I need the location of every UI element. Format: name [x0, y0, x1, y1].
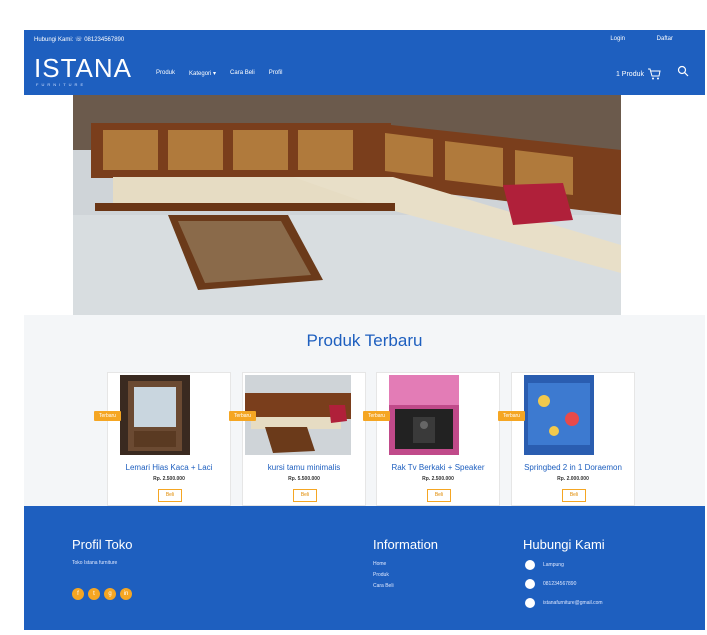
location-icon — [525, 560, 535, 570]
section-title: Produk Terbaru — [306, 331, 423, 350]
product-name[interactable]: Springbed 2 in 1 Doraemon — [512, 463, 634, 472]
login-link[interactable]: Login — [610, 36, 625, 42]
footer-contact-title: Hubungi Kami — [523, 537, 605, 552]
product-image — [389, 375, 459, 455]
product-price: Rp. 2.500.000 — [422, 476, 454, 482]
contact-email[interactable]: istanafurniture@gmail.com — [543, 600, 603, 606]
footer-link-produk[interactable]: Produk — [373, 572, 389, 578]
product-image — [120, 375, 190, 455]
hero-sofa-illustration — [73, 95, 621, 315]
top-bar: Hubungi Kami: ☏ 081234567890 Login Dafta… — [24, 30, 705, 48]
contact-address: Lampung — [543, 562, 564, 568]
product-price: Rp. 5.500.000 — [288, 476, 320, 482]
footer: Profil Toko Toko Istana furniture f t g … — [24, 506, 705, 630]
product-price: Rp. 2.000.000 — [557, 476, 589, 482]
facebook-icon[interactable]: f — [72, 588, 84, 600]
footer-link-cara-beli[interactable]: Cara Beli — [373, 583, 394, 589]
product-card[interactable]: Terbaru Lemari Hias Kaca + Laci Rp. 2.50… — [94, 372, 231, 506]
footer-profil-text: Toko Istana furniture — [72, 560, 118, 566]
google-plus-icon[interactable]: g — [104, 588, 116, 600]
hero-banner-image — [73, 95, 621, 315]
page: Hubungi Kami: ☏ 081234567890 Login Dafta… — [24, 30, 705, 630]
logo-subtitle: FURNITURE — [36, 82, 87, 87]
main-nav: ISTANA FURNITURE Produk Kategori ▾ Cara … — [24, 48, 705, 95]
cart-button[interactable]: 1 Produk — [616, 68, 661, 80]
buy-button[interactable]: Beli — [427, 489, 451, 502]
logo[interactable]: ISTANA — [34, 53, 132, 84]
product-image — [524, 375, 594, 455]
new-badge: Terbaru — [94, 411, 121, 421]
product-image — [245, 375, 351, 455]
product-price: Rp. 2.500.000 — [153, 476, 185, 482]
new-badge: Terbaru — [229, 411, 256, 421]
product-card[interactable]: Terbaru kursi tamu minimalis Rp. 5.500.0… — [229, 372, 366, 506]
product-card[interactable]: Terbaru Springbed 2 in 1 Doraemon Rp. 2.… — [498, 372, 635, 506]
product-name[interactable]: Lemari Hias Kaca + Laci — [108, 463, 230, 472]
footer-information-title: Information — [373, 537, 439, 552]
product-name[interactable]: kursi tamu minimalis — [243, 463, 365, 472]
phone-icon — [525, 579, 535, 589]
contact-info: Hubungi Kami: ☏ 081234567890 — [34, 37, 125, 43]
contact-phone: 081234567890 — [543, 581, 577, 587]
product-name[interactable]: Rak Tv Berkaki + Speaker — [377, 463, 499, 472]
latest-products-section: Produk Terbaru Terbaru Lemari Hias Kaca … — [24, 315, 705, 506]
linkedin-icon[interactable]: in — [120, 588, 132, 600]
buy-button[interactable]: Beli — [293, 489, 317, 502]
product-card[interactable]: Terbaru Rak Tv Berkaki + Speaker Rp. 2.5… — [363, 372, 500, 506]
buy-button[interactable]: Beli — [562, 489, 586, 502]
new-badge: Terbaru — [363, 411, 390, 421]
footer-link-home[interactable]: Home — [373, 561, 386, 567]
nav-menu: Produk Kategori ▾ Cara Beli Profil — [156, 70, 282, 77]
footer-profil-title: Profil Toko — [72, 537, 133, 552]
cart-label: 1 Produk — [615, 70, 644, 78]
register-link[interactable]: Daftar — [657, 36, 673, 42]
nav-item-cara-beli[interactable]: Cara Beli — [230, 70, 255, 77]
email-icon — [525, 598, 535, 608]
search-icon[interactable] — [677, 65, 689, 77]
nav-item-kategori[interactable]: Kategori ▾ — [189, 70, 216, 77]
new-badge: Terbaru — [498, 411, 525, 421]
nav-item-produk[interactable]: Produk — [156, 70, 175, 77]
buy-button[interactable]: Beli — [158, 489, 182, 502]
cart-icon — [648, 68, 661, 80]
nav-item-profil[interactable]: Profil — [269, 70, 283, 77]
twitter-icon[interactable]: t — [88, 588, 100, 600]
